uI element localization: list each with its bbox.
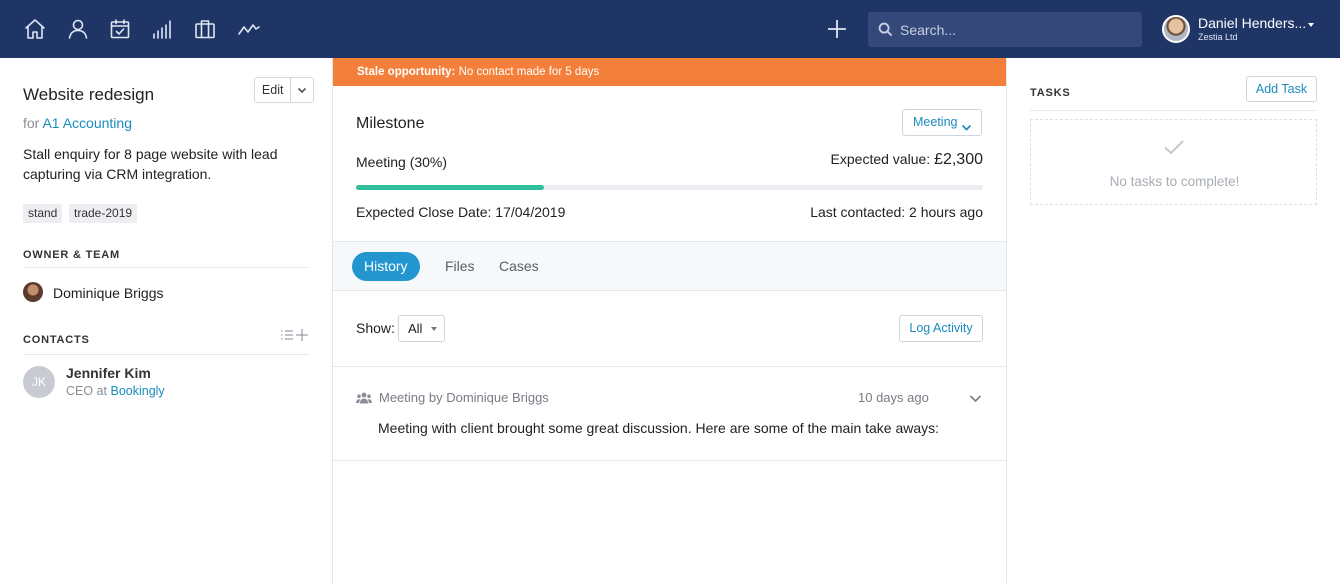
group-icon [356,391,372,404]
show-filter-value: All [408,321,423,336]
stale-opportunity-banner: Stale opportunity: No contact made for 5… [333,58,1006,86]
plus-icon [828,20,846,38]
milestone-heading: Milestone [356,115,425,132]
divider [1030,110,1317,111]
banner-text: No contact made for 5 days [458,66,600,78]
expected-value: Expected value: £2,300 [803,151,983,169]
activity-icon[interactable] [236,16,262,42]
tab-history[interactable]: History [352,252,420,281]
search-input[interactable] [900,12,1136,47]
last-contacted: Last contacted: 2 hours ago [810,204,983,220]
stage-dropdown[interactable]: Meeting [902,109,982,136]
tasks-empty-text: No tasks to complete! [1109,174,1240,189]
divider [23,354,309,355]
contact-role-prefix: CEO at [66,384,107,398]
owner-team-heading: OWNER & TEAM [23,249,120,261]
tasks-heading: TASKS [1030,87,1071,99]
owner-avatar [23,282,43,302]
activity-body: Meeting with client brought some great d… [378,420,940,436]
for-prefix: for [23,115,40,131]
home-icon[interactable] [22,16,48,42]
deal-details-panel: Website redesign Edit for A1 Accounting … [0,58,333,583]
user-menu[interactable]: Daniel Henders... Zestia Ltd [1160,10,1330,48]
edit-button-group: Edit [254,77,314,103]
stage-progress-fill [356,185,545,190]
tasks-panel: TASKS Add Task No tasks to complete! [1007,58,1340,583]
user-avatar [1162,15,1190,43]
company-link[interactable]: A1 Accounting [42,115,132,131]
deal-title: Website redesign [23,85,155,104]
tag-trade-2019[interactable]: trade-2019 [69,204,138,223]
stage-progress-bar [356,185,983,190]
checkmark-icon [1163,138,1185,156]
top-navigation-bar: Daniel Henders... Zestia Ltd [0,0,1340,58]
activity-title: Meeting by Dominique Briggs [379,390,549,405]
bar-chart-icon[interactable] [149,16,175,42]
edit-dropdown-button[interactable] [291,78,313,102]
list-add-icon [281,329,308,341]
show-filter-label: Show: [356,320,395,336]
owner-name[interactable]: Dominique Briggs [53,285,164,301]
edit-button[interactable]: Edit [255,78,292,102]
user-name: Daniel Henders... [1198,15,1307,31]
log-activity-button[interactable]: Log Activity [899,315,983,342]
caret-down-icon [431,327,437,331]
tasks-empty-state: No tasks to complete! [1030,119,1317,205]
person-icon[interactable] [65,16,91,42]
user-organization: Zestia Ltd [1198,32,1238,42]
deal-main-panel: Stale opportunity: No contact made for 5… [333,58,1007,583]
divider [333,460,1006,461]
add-contact-button[interactable] [280,328,310,342]
chevron-down-icon [961,117,972,131]
deal-description: Stall enquiry for 8 page website with le… [23,146,278,182]
divider [23,267,309,268]
add-task-button[interactable]: Add Task [1246,76,1317,102]
expected-close-date: Expected Close Date: 17/04/2019 [356,204,566,220]
briefcase-icon[interactable] [192,16,218,42]
add-new-button[interactable] [825,17,849,41]
caret-down-icon [1308,23,1314,27]
show-filter-select[interactable]: All [398,315,445,342]
contact-avatar: JK [23,366,55,398]
contact-company-link[interactable]: Bookingly [110,384,164,398]
expected-value-label: Expected value: [830,151,931,167]
search-icon [878,22,893,37]
tabs-bar: History Files Cases [333,241,1006,291]
chevron-down-icon [298,87,307,94]
tab-files[interactable]: Files [433,252,487,281]
tab-cases[interactable]: Cases [487,252,551,281]
chevron-down-icon[interactable] [969,391,982,403]
activity-time: 10 days ago [858,390,929,405]
tag-stand[interactable]: stand [23,204,63,223]
stage-dropdown-value: Meeting [913,115,958,129]
deal-company-line: for A1 Accounting [23,115,132,131]
expected-value-amount: £2,300 [934,151,983,168]
search-box[interactable] [868,12,1142,47]
calendar-check-icon[interactable] [107,16,133,42]
stage-text: Meeting (30%) [356,154,448,170]
divider [333,366,1006,367]
contacts-heading: CONTACTS [23,334,90,346]
banner-label: Stale opportunity: [357,66,456,78]
contact-role: CEO at Bookingly [66,384,165,398]
contact-name[interactable]: Jennifer Kim [66,365,151,381]
